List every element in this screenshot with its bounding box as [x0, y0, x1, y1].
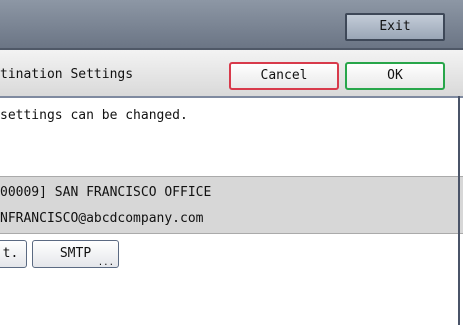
format-button[interactable]: t.: [0, 240, 27, 268]
cancel-button[interactable]: Cancel: [229, 62, 339, 90]
info-message: settings can be changed.: [0, 108, 188, 123]
more-options-icon: ...: [97, 258, 114, 268]
dialog-title-bar: tination Settings Cancel OK: [0, 50, 463, 98]
exit-button[interactable]: Exit: [345, 13, 445, 41]
top-bar: Exit: [0, 0, 463, 50]
destination-email: NFRANCISCO@abcdcompany.com: [0, 211, 204, 226]
panel-divider: [458, 96, 460, 325]
ok-button[interactable]: OK: [345, 62, 445, 90]
destination-name: 00009] SAN FRANCISCO OFFICE: [0, 185, 212, 200]
destination-entry[interactable]: 00009] SAN FRANCISCO OFFICE NFRANCISCO@a…: [0, 176, 463, 234]
smtp-button-label: SMTP: [59, 246, 92, 261]
dialog-title: tination Settings: [0, 67, 134, 82]
smtp-button[interactable]: SMTP ...: [32, 240, 119, 268]
